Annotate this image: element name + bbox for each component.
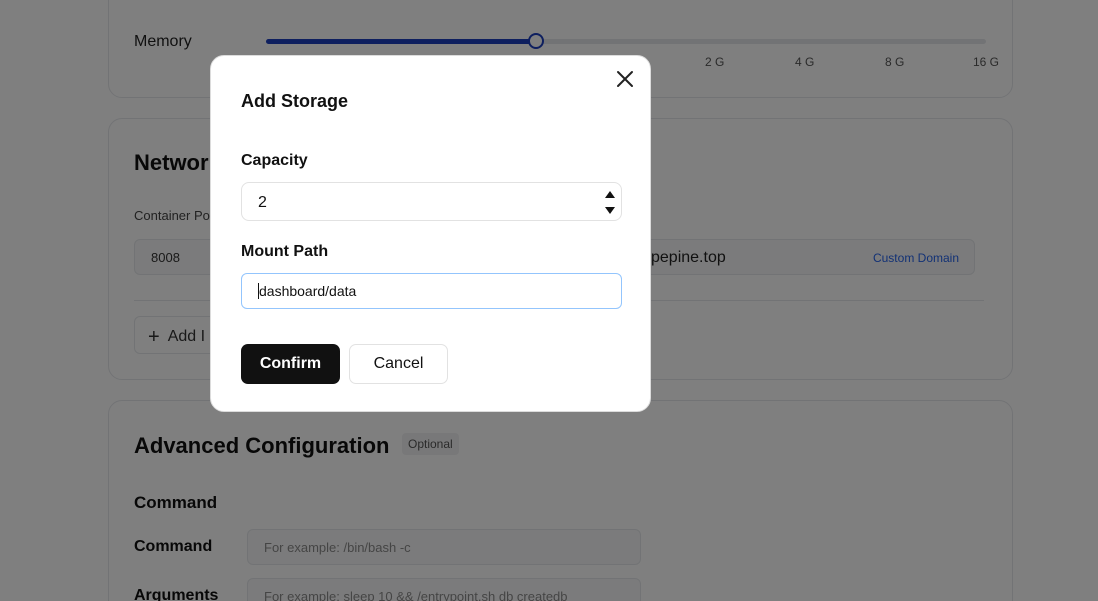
mount-path-value: dashboard/data	[259, 283, 357, 299]
spin-down-icon[interactable]	[603, 204, 617, 216]
cancel-button[interactable]: Cancel	[349, 344, 448, 384]
spin-up-icon[interactable]	[603, 187, 617, 199]
confirm-button[interactable]: Confirm	[241, 344, 340, 384]
capacity-input[interactable]: 2	[241, 182, 622, 221]
close-icon[interactable]	[615, 69, 635, 89]
add-storage-dialog: Add Storage Capacity 2 Mount Path dashbo…	[210, 55, 651, 412]
mount-path-label: Mount Path	[241, 243, 329, 260]
capacity-value: 2	[258, 194, 267, 211]
mount-path-input[interactable]: dashboard/data	[241, 273, 622, 309]
capacity-label: Capacity	[241, 152, 308, 169]
dialog-title: Add Storage	[241, 91, 349, 111]
